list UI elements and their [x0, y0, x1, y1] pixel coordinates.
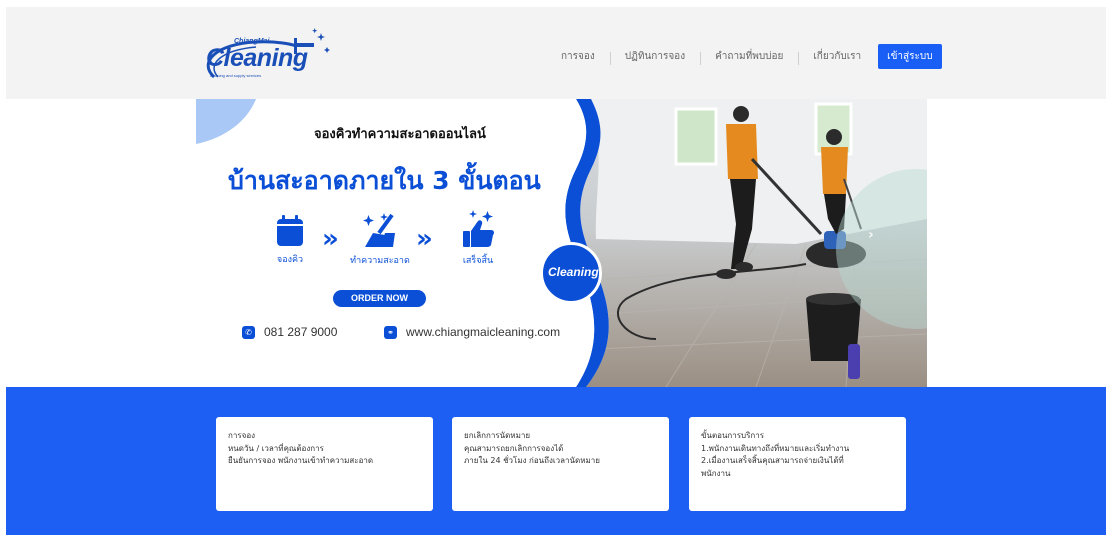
step-label: จองคิว	[276, 255, 304, 265]
order-now-button[interactable]: ORDER NOW	[333, 290, 426, 307]
hero-subheading: จองคิวทำความสะอาดออนไลน์	[314, 127, 486, 142]
card-text: คุณสามารถยกเลิกการจองได้	[464, 443, 564, 453]
phone-icon: ✆	[242, 325, 255, 339]
step-label: เสร็จสิ้น	[462, 256, 494, 266]
info-card-service-steps: ขั้นตอนการบริการ 1.พนักงานเดินทางถึงที่ห…	[689, 417, 906, 511]
nav-booking-calendar[interactable]: ปฏิทินการจอง	[609, 49, 700, 65]
main-nav: การจอง ปฏิทินการจอง คำถามที่พบบ่อย เกี่ย…	[546, 43, 942, 69]
calendar-icon	[277, 215, 303, 246]
info-section: การจอง หนดวัน / เวลาที่คุณต้องการ ยืนยัน…	[6, 387, 1106, 535]
nav-about[interactable]: เกี่ยวกับเรา	[798, 49, 876, 65]
nav-faq[interactable]: คำถามที่พบบ่อย	[700, 49, 798, 65]
phone-number: 081 287 9000	[264, 325, 338, 339]
card-text: หนดวัน / เวลาที่คุณต้องการ	[228, 443, 324, 453]
website-contact[interactable]: ⚭ www.chiangmaicleaning.com	[384, 325, 560, 339]
double-chevron-icon: »	[416, 224, 433, 254]
website-url: www.chiangmaicleaning.com	[406, 325, 561, 339]
slider-next-arrow[interactable]: ›	[868, 227, 874, 243]
info-card-booking: การจอง หนดวัน / เวลาที่คุณต้องการ ยืนยัน…	[216, 417, 433, 511]
step-finished: เสร็จสิ้น	[448, 209, 508, 267]
logo-main-text: Cleaning	[206, 44, 308, 72]
thumbs-up-icon	[463, 210, 495, 247]
logo-sub-text: cleaning and supply services	[210, 73, 262, 78]
card-text: ภายใน 24 ชั่วโมง ก่อนถึงเวลานัดหมาย	[464, 456, 600, 465]
double-chevron-icon: »	[322, 224, 339, 254]
nav-booking[interactable]: การจอง	[546, 49, 610, 64]
card-text: 1.พนักงานเดินทางถึงที่หมายและเริ่มทำงาน	[701, 443, 850, 453]
decor-blob	[196, 99, 256, 144]
card-text: ยืนยันการจอง พนักงานเข้าทำความสะอาด	[228, 456, 374, 465]
hero-banner[interactable]: จองคิวทำความสะอาดออนไลน์ บ้านสะอาดภายใน …	[196, 99, 927, 387]
info-card-cancel: ยกเลิกการนัดหมาย คุณสามารถยกเลิกการจองได…	[452, 417, 669, 511]
card-title: ยกเลิกการนัดหมาย	[464, 431, 531, 440]
card-title: ขั้นตอนการบริการ	[701, 431, 765, 440]
card-text: 2.เมื่องานเสร็จสิ้นคุณสามารถจ่ายเงินได้ท…	[701, 456, 844, 465]
badge-logo: Cleaning	[540, 242, 602, 304]
login-button[interactable]: เข้าสู่ระบบ	[878, 43, 942, 69]
link-icon: ⚭	[384, 325, 397, 339]
card-title: การจอง	[228, 431, 256, 440]
site-header: ChiangMai Cleaning cleaning and supply s…	[6, 7, 1106, 99]
phone-contact[interactable]: ✆ 081 287 9000	[242, 325, 337, 339]
badge-text: Cleaning	[548, 265, 599, 279]
site-logo[interactable]: ChiangMai Cleaning cleaning and supply s…	[196, 22, 346, 84]
card-text: พนักงาน	[701, 468, 731, 478]
step-booking: จองคิว	[260, 214, 320, 266]
hero-heading: บ้านสะอาดภายใน 3 ขั้นตอน	[228, 166, 541, 195]
broom-sparkle-icon	[363, 213, 395, 247]
step-label: ทำความสะอาด	[350, 256, 410, 266]
step-cleaning: ทำความสะอาด	[340, 211, 420, 267]
